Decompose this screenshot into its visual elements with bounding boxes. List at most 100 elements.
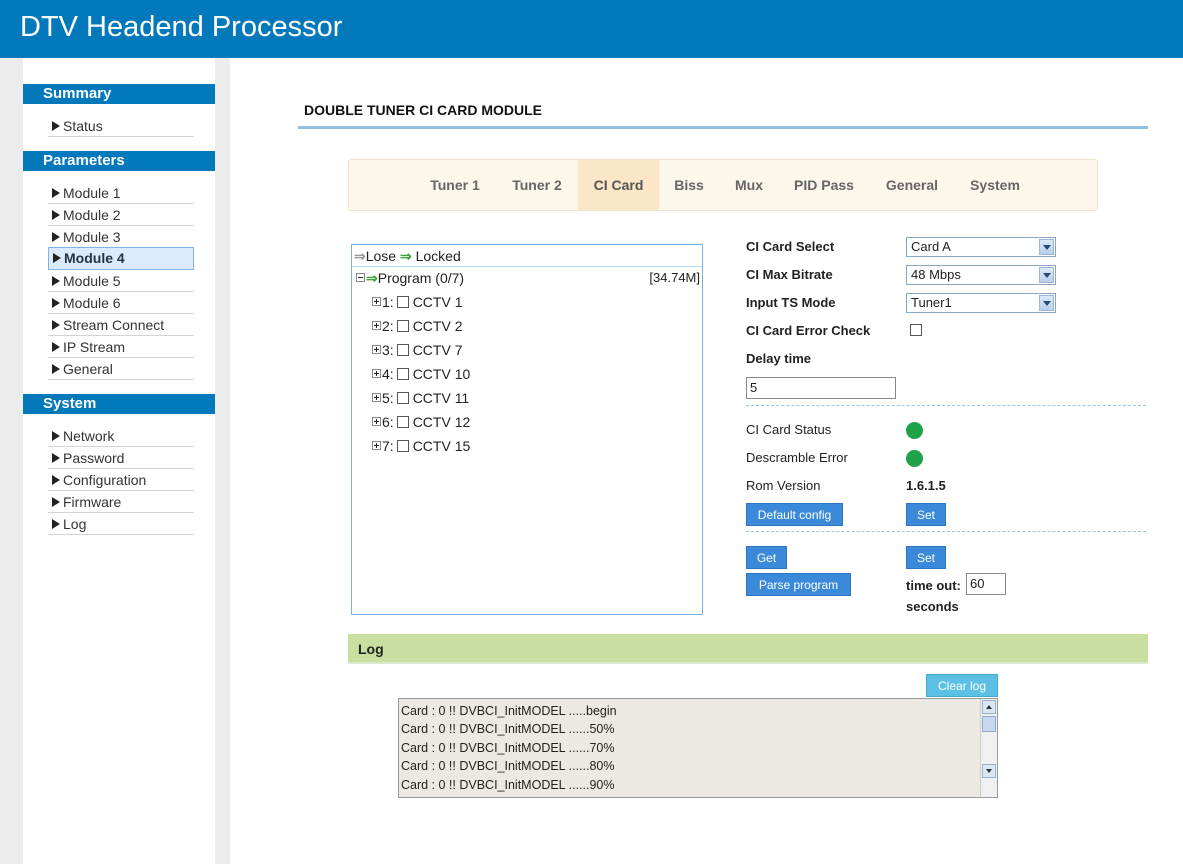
program-checkbox[interactable] <box>396 320 409 332</box>
chevron-down-icon[interactable] <box>1039 295 1054 311</box>
set-button[interactable]: Set <box>906 546 946 569</box>
parse-program-button[interactable]: Parse program <box>746 573 851 596</box>
clear-log-button[interactable]: Clear log <box>926 674 998 697</box>
program-item[interactable]: 7: CCTV 15 <box>372 437 470 455</box>
sidebar-item-module-6[interactable]: Module 6 <box>48 292 194 314</box>
legend-lose: Lose <box>365 248 397 264</box>
app-header: DTV Headend Processor <box>0 0 1183 58</box>
program-checkbox[interactable] <box>396 440 409 452</box>
ci-card-select[interactable]: Card A <box>906 237 1056 257</box>
program-item[interactable]: 6: CCTV 12 <box>372 413 470 431</box>
program-item[interactable]: 4: CCTV 10 <box>372 365 470 383</box>
program-item[interactable]: 5: CCTV 11 <box>372 389 469 407</box>
chevron-down-icon[interactable] <box>1039 239 1054 255</box>
timeout-input[interactable]: 60 <box>966 573 1006 595</box>
program-checkbox[interactable] <box>396 392 409 404</box>
sidebar-section-summary: Summary <box>23 84 215 104</box>
seconds-label: seconds <box>906 599 959 614</box>
program-item[interactable]: 2: CCTV 2 <box>372 317 462 335</box>
program-checkbox[interactable] <box>396 368 409 380</box>
sidebar-item-module-4[interactable]: Module 4 <box>48 247 194 270</box>
expand-icon[interactable] <box>372 345 381 354</box>
default-config-button[interactable]: Default config <box>746 503 843 526</box>
tab-ci-card[interactable]: CI Card <box>578 160 659 210</box>
triangle-right-icon <box>52 453 60 463</box>
input-ts-mode-label: Input TS Mode <box>746 295 836 310</box>
ci-card-status-label: CI Card Status <box>746 422 832 437</box>
program-tree: ⇒Lose ⇒ Locked ⇒Program (0/7) [34.74M] 1… <box>351 244 703 615</box>
tree-root-bitrate: [34.74M] <box>649 270 700 285</box>
tab-tuner-1[interactable]: Tuner 1 <box>419 160 491 210</box>
tab-pid-pass[interactable]: PID Pass <box>784 160 864 210</box>
expand-icon[interactable] <box>372 321 381 330</box>
tab-tuner-2[interactable]: Tuner 2 <box>501 160 573 210</box>
divider <box>746 531 1146 532</box>
tree-root[interactable]: ⇒Program (0/7) <box>356 269 464 287</box>
triangle-right-icon <box>52 298 60 308</box>
expand-icon[interactable] <box>372 369 381 378</box>
arrow-right-green-icon: ⇒ <box>366 270 378 286</box>
chevron-down-icon[interactable] <box>1039 267 1054 283</box>
triangle-right-icon <box>52 121 60 131</box>
log-scrollbar[interactable] <box>980 699 997 797</box>
sidebar-item-stream-connect[interactable]: Stream Connect <box>48 314 194 336</box>
sidebar-section-parameters: Parameters <box>23 151 215 171</box>
triangle-right-icon <box>52 232 60 242</box>
triangle-right-icon <box>52 519 60 529</box>
sidebar-item-module-5[interactable]: Module 5 <box>48 270 194 292</box>
tab-system[interactable]: System <box>960 160 1030 210</box>
input-ts-mode-select[interactable]: Tuner1 <box>906 293 1056 313</box>
app-title: DTV Headend Processor <box>20 11 343 43</box>
scroll-thumb[interactable] <box>982 716 996 732</box>
legend-locked: Locked <box>415 248 461 264</box>
sidebar-item-configuration[interactable]: Configuration <box>48 469 194 491</box>
expand-icon[interactable] <box>372 441 381 450</box>
tab-mux[interactable]: Mux <box>724 160 774 210</box>
tab-bar: Tuner 1 Tuner 2 CI Card Biss Mux PID Pas… <box>348 159 1098 211</box>
log-line: Card : 0 !! DVBCI_InitMODEL .....begin <box>401 704 617 718</box>
sidebar-item-general[interactable]: General <box>48 358 194 380</box>
rom-version-label: Rom Version <box>746 478 821 493</box>
log-textarea[interactable]: Card : 0 !! DVBCI_InitMODEL .....begin C… <box>398 698 998 798</box>
log-line: Card : 0 !! DVBCI_InitMODEL ......90% <box>401 778 615 792</box>
program-checkbox[interactable] <box>396 344 409 356</box>
error-check-checkbox[interactable] <box>910 324 922 336</box>
sidebar-item-network[interactable]: Network <box>48 425 194 447</box>
sidebar-item-module-3[interactable]: Module 3 <box>48 226 194 248</box>
sidebar-item-ip-stream[interactable]: IP Stream <box>48 336 194 358</box>
tab-biss[interactable]: Biss <box>664 160 714 210</box>
expand-icon[interactable] <box>372 417 381 426</box>
descramble-error-label: Descramble Error <box>746 450 848 465</box>
triangle-right-icon <box>52 188 60 198</box>
ci-max-bitrate-select[interactable]: 48 Mbps <box>906 265 1056 285</box>
sidebar-item-password[interactable]: Password <box>48 447 194 469</box>
sidebar-item-firmware[interactable]: Firmware <box>48 491 194 513</box>
sidebar-item-log[interactable]: Log <box>48 513 194 535</box>
descramble-error-indicator <box>906 450 923 467</box>
delay-time-label: Delay time <box>746 351 812 366</box>
timeout-label: time out: <box>906 578 961 593</box>
program-item[interactable]: 3: CCTV 7 <box>372 341 462 359</box>
tree-root-label: Program (0/7) <box>377 270 465 286</box>
scroll-down-icon[interactable] <box>982 764 996 778</box>
program-checkbox[interactable] <box>396 296 409 308</box>
program-item[interactable]: 1: CCTV 1 <box>372 293 462 311</box>
sidebar-item-status[interactable]: Status <box>48 115 194 137</box>
set-config-button[interactable]: Set <box>906 503 946 526</box>
sidebar-item-module-2[interactable]: Module 2 <box>48 204 194 226</box>
program-checkbox[interactable] <box>396 416 409 428</box>
log-line: Card : 0 !! DVBCI_InitMODEL ......80% <box>401 759 615 773</box>
sidebar-item-module-1[interactable]: Module 1 <box>48 182 194 204</box>
ci-max-bitrate-label: CI Max Bitrate <box>746 267 833 282</box>
collapse-icon[interactable] <box>356 273 365 282</box>
tree-legend: ⇒Lose ⇒ Locked <box>352 245 702 267</box>
delay-time-input[interactable]: 5 <box>746 377 896 399</box>
scroll-up-icon[interactable] <box>982 700 996 714</box>
expand-icon[interactable] <box>372 297 381 306</box>
get-button[interactable]: Get <box>746 546 787 569</box>
divider <box>746 405 1146 406</box>
tab-general[interactable]: General <box>874 160 950 210</box>
rom-version-value: 1.6.1.5 <box>906 478 946 493</box>
expand-icon[interactable] <box>372 393 381 402</box>
title-divider <box>298 126 1148 129</box>
